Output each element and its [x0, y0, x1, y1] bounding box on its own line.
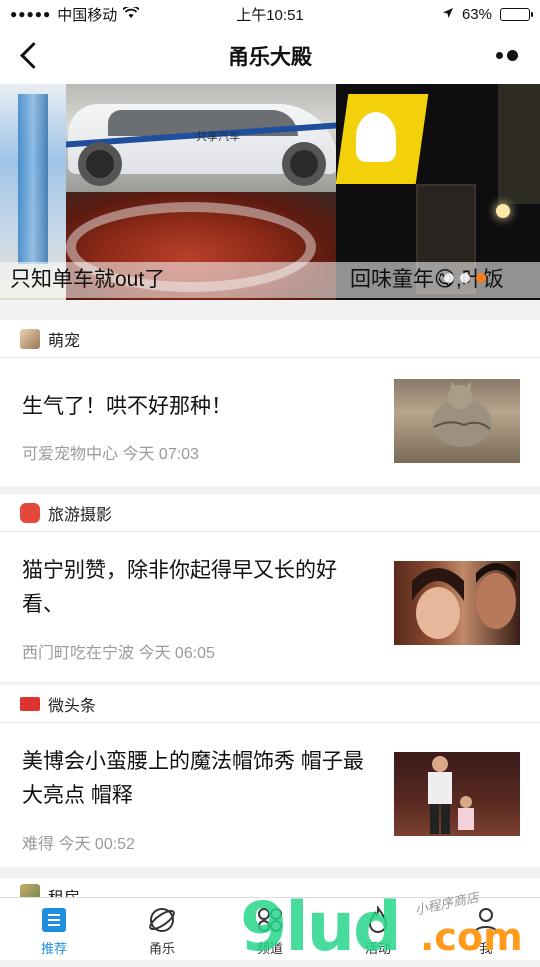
banner-image-car: 共享汽车 — [66, 84, 336, 192]
article-source: 西门町吃在宁波 — [22, 645, 135, 662]
tab-label: 甬乐 — [148, 941, 175, 956]
feed-section-travel: 旅游摄影 猫宁别赞，除非你起得早又长的好看、 西门町吃在宁波 今天 06:05 — [0, 494, 540, 682]
feed-section-pets: 萌宠 生气了！哄不好那种！ 可爱宠物中心 今天 07:03 — [0, 320, 540, 486]
page-title: 甬乐大殿 — [228, 46, 312, 69]
tab-label: 推荐 — [40, 941, 67, 956]
article-thumbnail — [394, 561, 520, 645]
article-title: 猫宁别赞，除非你起得早又长的好看、 — [22, 559, 337, 616]
indicator-dot — [476, 273, 486, 283]
feed-section-microheadline: 微头条 美博会小蛮腰上的魔法帽饰秀 帽子最大亮点 帽释 难得 今天 00:52 — [0, 685, 540, 867]
category-name: 萌宠 — [48, 332, 81, 350]
article-card[interactable]: 生气了！哄不好那种！ 可爱宠物中心 今天 07:03 — [0, 358, 540, 486]
category-header[interactable]: 萌宠 — [0, 320, 540, 358]
article-title: 美博会小蛮腰上的魔法帽饰秀 帽子最大亮点 帽释 — [22, 750, 364, 807]
indicator-dot — [444, 273, 454, 283]
battery-icon — [500, 7, 533, 21]
banner-caption-2: 回味童年😋,叶饭 — [336, 262, 540, 298]
article-source: 难得 — [22, 836, 55, 853]
status-bar: ●●●●● 中国移动 上午10:51 63% — [0, 0, 540, 28]
article-thumbnail — [394, 752, 520, 836]
status-time: 上午10:51 — [236, 6, 304, 24]
category-name: 租房 — [48, 884, 80, 898]
car-text: 共享汽车 — [196, 131, 240, 143]
banner-carousel[interactable]: 共享汽车 只知单车就out了 回味童年😋,叶饭 — [0, 84, 540, 300]
article-card[interactable]: 美博会小蛮腰上的魔法帽饰秀 帽子最大亮点 帽释 难得 今天 00:52 — [0, 723, 540, 867]
camera-category-icon — [20, 502, 40, 523]
article-meta: 可爱宠物中心 今天 07:03 — [22, 440, 199, 464]
category-header[interactable]: 旅游摄影 — [0, 494, 540, 532]
carousel-indicator — [444, 273, 486, 283]
nav-bar: 甬乐大殿 — [0, 28, 540, 84]
back-icon[interactable] — [18, 40, 46, 70]
category-name: 微头条 — [48, 697, 97, 715]
article-meta: 西门町吃在宁波 今天 06:05 — [22, 639, 215, 663]
article-time: 今天 00:52 — [58, 836, 135, 853]
article-meta: 难得 今天 00:52 — [22, 830, 135, 854]
category-name: 旅游摄影 — [48, 506, 113, 524]
banner-caption-1: 只知单车就out了 — [0, 262, 336, 298]
more-icon[interactable] — [496, 50, 518, 61]
article-time: 今天 07:03 — [122, 446, 199, 463]
house-category-icon — [20, 884, 40, 898]
tab-yongle[interactable]: 甬乐 — [108, 898, 216, 960]
indicator-dot — [460, 273, 470, 283]
article-thumbnail — [394, 379, 520, 463]
article-time: 今天 06:05 — [138, 645, 215, 662]
planet-icon — [148, 906, 176, 934]
watermark-logo: 9lud — [240, 888, 402, 967]
watermark-domain: .com — [420, 915, 523, 959]
cat-category-icon — [20, 328, 40, 349]
list-icon — [40, 906, 68, 934]
tab-recommend[interactable]: 推荐 — [0, 898, 108, 960]
headline-category-icon — [20, 696, 40, 711]
article-source: 可爱宠物中心 — [22, 446, 119, 463]
article-title: 生气了！哄不好那种！ — [22, 395, 232, 418]
category-header[interactable]: 微头条 — [0, 685, 540, 723]
article-card[interactable]: 猫宁别赞，除非你起得早又长的好看、 西门町吃在宁波 今天 06:05 — [0, 532, 540, 682]
